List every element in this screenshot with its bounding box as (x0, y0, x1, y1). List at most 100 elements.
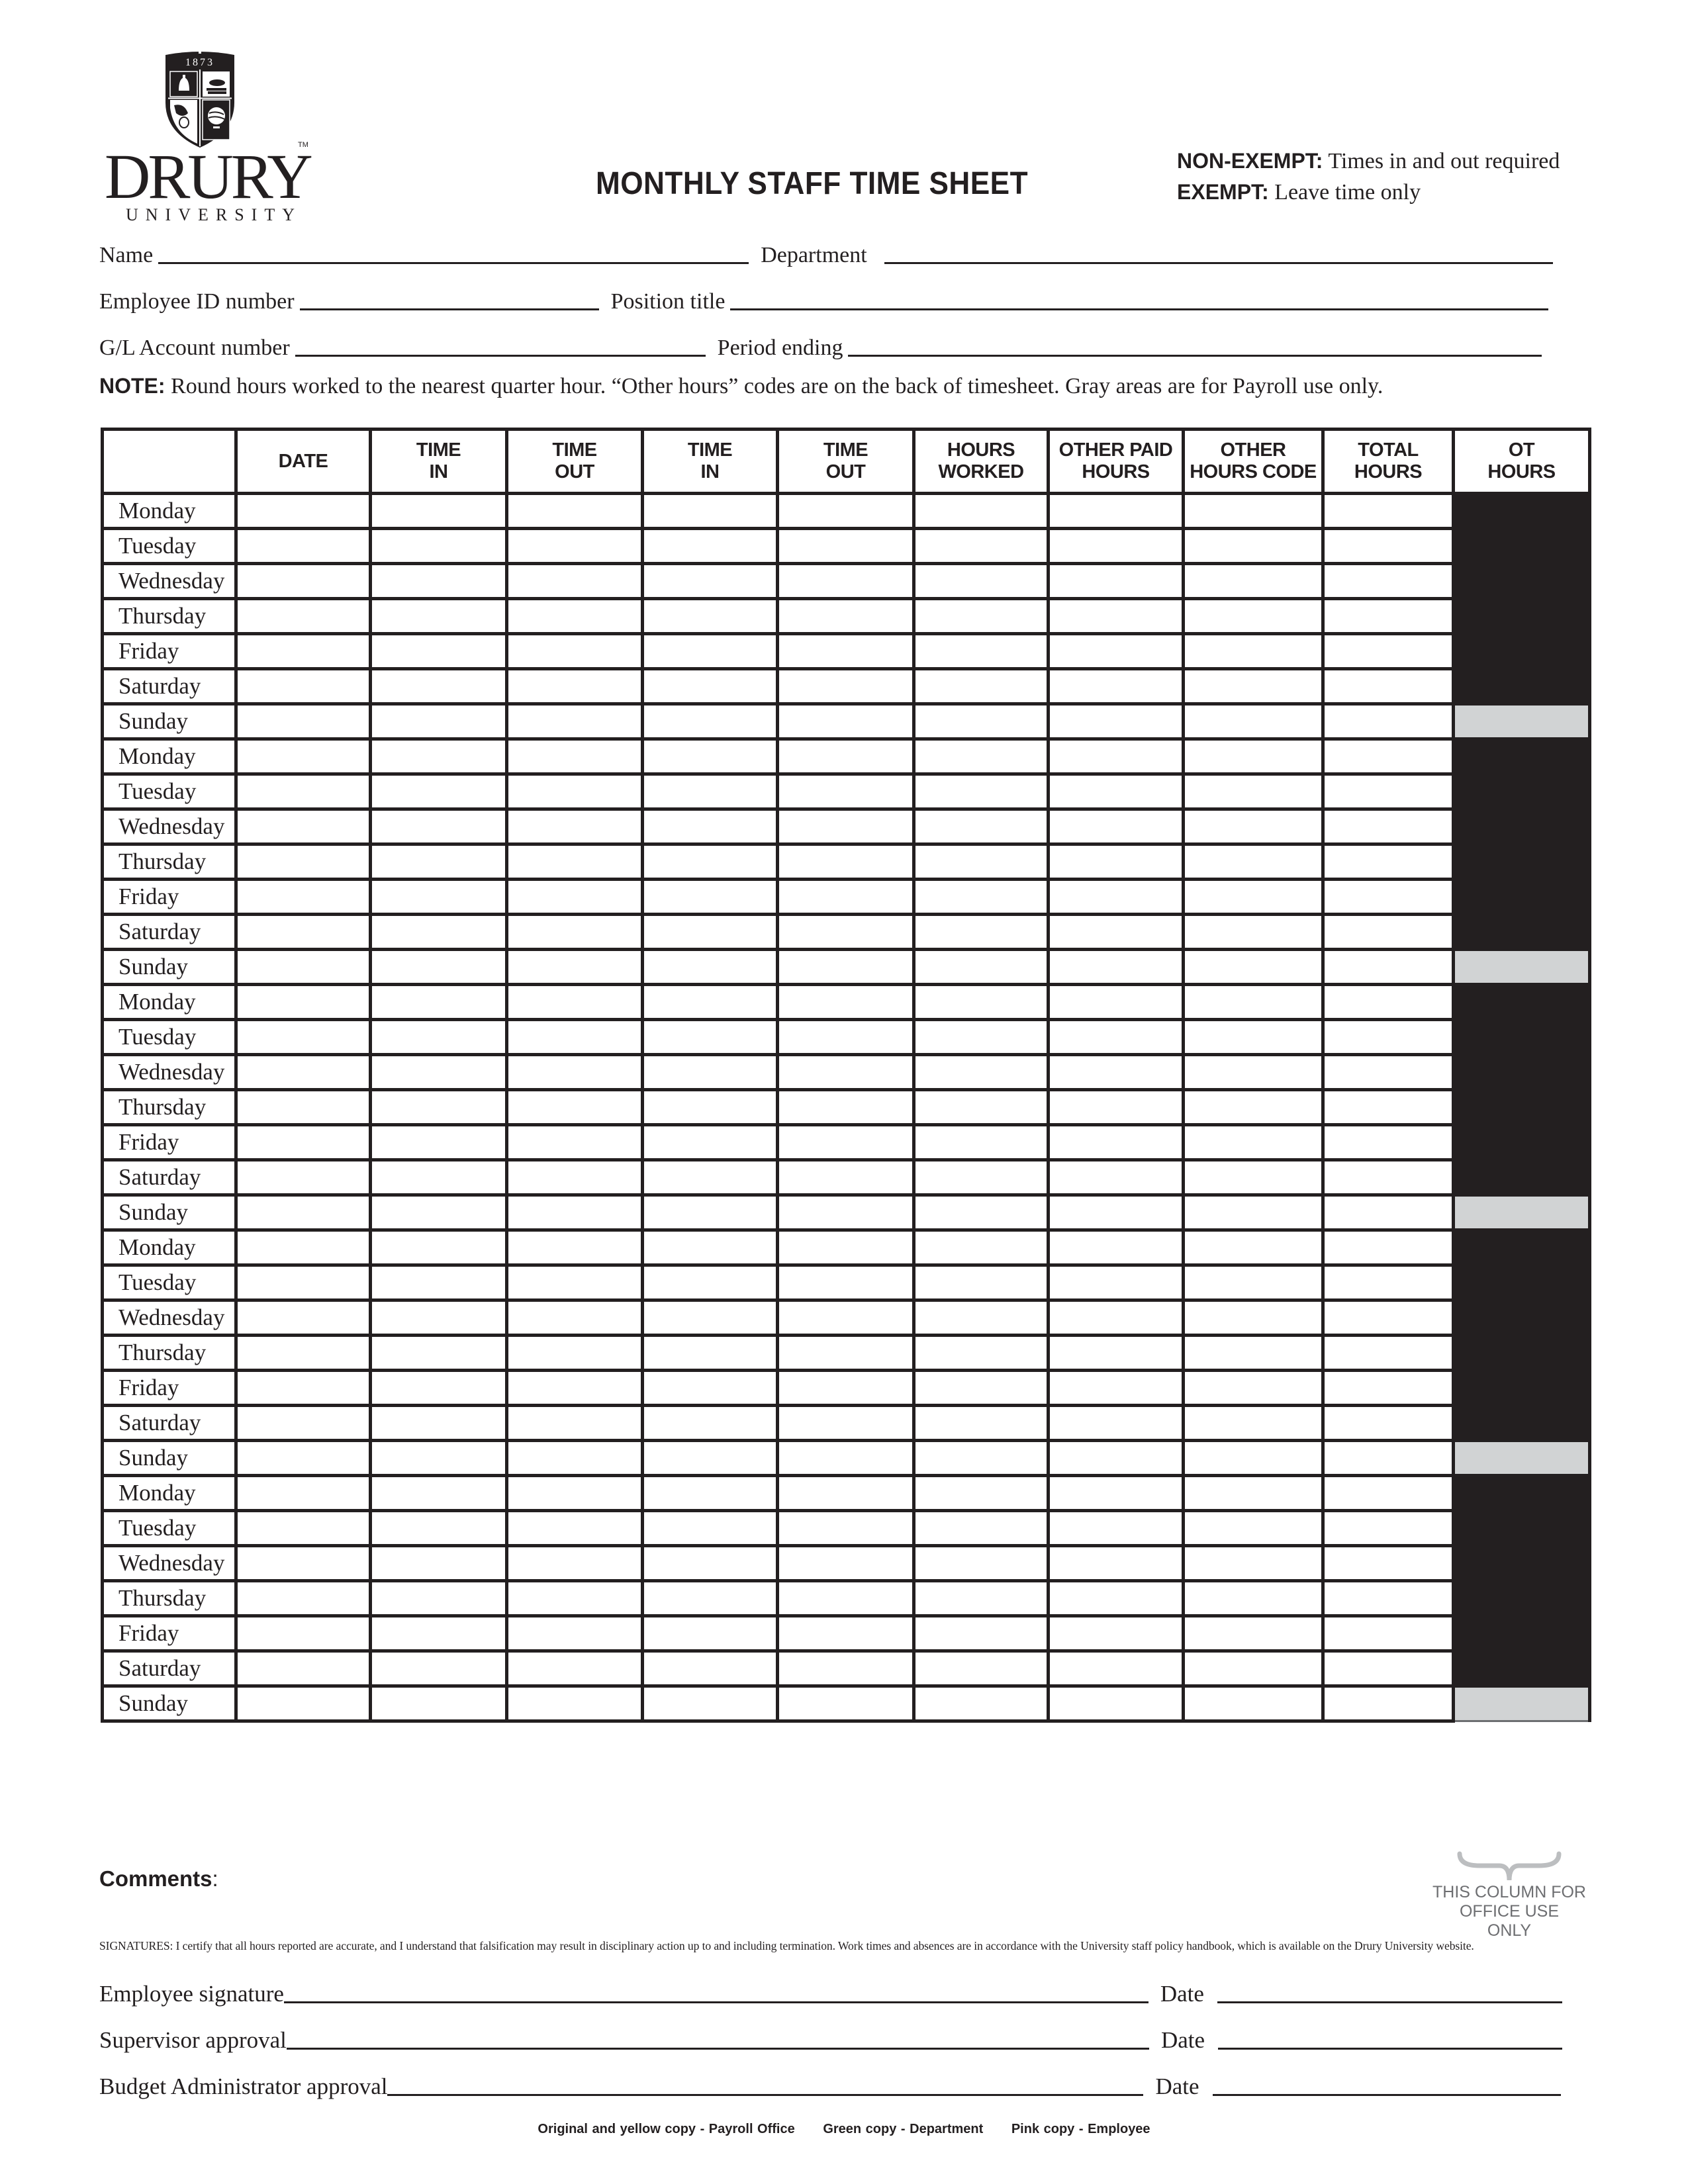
entry-cell[interactable] (912, 702, 1050, 741)
entry-cell[interactable] (776, 1123, 915, 1161)
entry-cell[interactable] (234, 983, 372, 1021)
entry-cell[interactable] (776, 1018, 915, 1056)
entry-cell[interactable] (1182, 1404, 1325, 1442)
supervisor-date-field[interactable] (1217, 2025, 1562, 2050)
entry-cell[interactable] (234, 1579, 372, 1617)
entry-cell[interactable] (1047, 842, 1185, 881)
entry-cell[interactable] (641, 913, 779, 951)
entry-cell[interactable] (1182, 527, 1325, 565)
entry-cell[interactable] (234, 1088, 372, 1126)
entry-cell[interactable] (1182, 1649, 1325, 1688)
entry-cell[interactable] (1321, 913, 1455, 951)
entry-cell[interactable] (776, 1053, 915, 1091)
entry-cell[interactable] (776, 667, 915, 705)
entry-cell[interactable] (505, 1158, 644, 1197)
entry-cell[interactable] (1182, 1228, 1325, 1267)
entry-cell[interactable] (1321, 1544, 1455, 1582)
entry-cell[interactable] (1047, 1614, 1185, 1653)
entry-cell[interactable] (641, 1228, 779, 1267)
entry-cell[interactable] (776, 1439, 915, 1477)
entry-cell[interactable] (1321, 1684, 1455, 1723)
entry-cell[interactable] (1047, 1228, 1185, 1267)
supervisor-approval-field[interactable] (286, 2025, 1150, 2050)
entry-cell[interactable] (641, 702, 779, 741)
entry-cell[interactable] (641, 1404, 779, 1442)
entry-cell[interactable] (369, 913, 508, 951)
entry-cell[interactable] (641, 1123, 779, 1161)
entry-cell[interactable] (776, 702, 915, 741)
entry-cell[interactable] (369, 772, 508, 811)
entry-cell[interactable] (776, 913, 915, 951)
entry-cell[interactable] (912, 562, 1050, 600)
entry-cell[interactable] (641, 1263, 779, 1302)
entry-cell[interactable] (641, 842, 779, 881)
comments-field[interactable] (99, 1896, 1357, 1933)
entry-cell[interactable] (641, 807, 779, 846)
entry-cell[interactable] (369, 1193, 508, 1232)
entry-cell[interactable] (369, 527, 508, 565)
entry-cell[interactable] (1182, 807, 1325, 846)
entry-cell[interactable] (641, 983, 779, 1021)
entry-cell[interactable] (1321, 1334, 1455, 1372)
entry-cell[interactable] (776, 632, 915, 670)
entry-cell[interactable] (912, 632, 1050, 670)
entry-cell[interactable] (505, 1649, 644, 1688)
entry-cell[interactable] (912, 1018, 1050, 1056)
entry-cell[interactable] (505, 1088, 644, 1126)
employee-id-field[interactable] (299, 286, 599, 310)
entry-cell[interactable] (641, 1649, 779, 1688)
entry-cell[interactable] (234, 737, 372, 776)
entry-cell[interactable] (1321, 632, 1455, 670)
entry-cell[interactable] (912, 597, 1050, 635)
entry-cell[interactable] (1321, 1509, 1455, 1547)
entry-cell[interactable] (912, 878, 1050, 916)
entry-cell[interactable] (1182, 1474, 1325, 1512)
entry-cell[interactable] (776, 1369, 915, 1407)
entry-cell[interactable] (234, 1614, 372, 1653)
entry-cell[interactable] (776, 1474, 915, 1512)
entry-cell[interactable] (1182, 492, 1325, 530)
entry-cell[interactable] (912, 1088, 1050, 1126)
budget-admin-approval-field[interactable] (387, 2071, 1144, 2096)
entry-cell[interactable] (1047, 1123, 1185, 1161)
budget-admin-date-field[interactable] (1212, 2071, 1561, 2096)
entry-cell[interactable] (1321, 1369, 1455, 1407)
entry-cell[interactable] (912, 807, 1050, 846)
entry-cell[interactable] (912, 913, 1050, 951)
entry-cell[interactable] (1321, 1088, 1455, 1126)
entry-cell[interactable] (776, 1579, 915, 1617)
entry-cell[interactable] (369, 1263, 508, 1302)
entry-cell[interactable] (369, 667, 508, 705)
entry-cell[interactable] (1182, 1509, 1325, 1547)
entry-cell[interactable] (234, 1193, 372, 1232)
entry-cell[interactable] (369, 1298, 508, 1337)
ot-hours-cell[interactable] (1452, 948, 1591, 985)
entry-cell[interactable] (912, 1123, 1050, 1161)
entry-cell[interactable] (1047, 737, 1185, 776)
entry-cell[interactable] (369, 1088, 508, 1126)
entry-cell[interactable] (1321, 527, 1455, 565)
entry-cell[interactable] (505, 1684, 644, 1723)
entry-cell[interactable] (369, 562, 508, 600)
entry-cell[interactable] (1182, 1544, 1325, 1582)
entry-cell[interactable] (1321, 1614, 1455, 1653)
entry-cell[interactable] (912, 1474, 1050, 1512)
entry-cell[interactable] (1321, 1228, 1455, 1267)
entry-cell[interactable] (641, 1018, 779, 1056)
entry-cell[interactable] (234, 842, 372, 881)
entry-cell[interactable] (641, 1614, 779, 1653)
entry-cell[interactable] (641, 562, 779, 600)
employee-signature-date-field[interactable] (1217, 1979, 1562, 2003)
entry-cell[interactable] (1182, 1088, 1325, 1126)
entry-cell[interactable] (1321, 737, 1455, 776)
entry-cell[interactable] (1047, 1193, 1185, 1232)
entry-cell[interactable] (1182, 878, 1325, 916)
position-title-field[interactable] (730, 286, 1549, 310)
entry-cell[interactable] (1182, 772, 1325, 811)
entry-cell[interactable] (776, 1088, 915, 1126)
entry-cell[interactable] (234, 1158, 372, 1197)
entry-cell[interactable] (505, 913, 644, 951)
entry-cell[interactable] (1047, 807, 1185, 846)
entry-cell[interactable] (912, 1298, 1050, 1337)
entry-cell[interactable] (505, 842, 644, 881)
